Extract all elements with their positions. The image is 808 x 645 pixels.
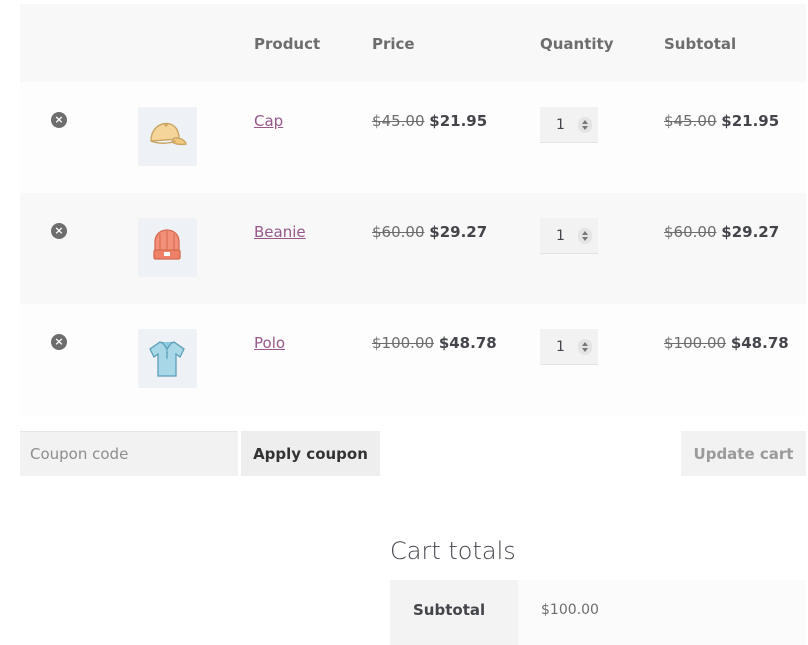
totals-subtotal-label-cell: Subtotal: [390, 580, 518, 645]
header-price: Price: [372, 35, 415, 53]
totals-subtotal-label: Subtotal: [413, 601, 486, 619]
cart-totals-title: Cart totals: [390, 537, 516, 565]
beanie-icon: [153, 229, 181, 260]
remove-item-button[interactable]: ×: [51, 223, 67, 239]
totals-subtotal-value: $100.00: [541, 602, 599, 618]
price-cell: $45.00 $21.95: [372, 112, 488, 130]
apply-coupon-button[interactable]: Apply coupon: [241, 431, 380, 476]
product-thumbnail-polo[interactable]: [138, 329, 197, 388]
price-cell: $60.00 $29.27: [372, 223, 488, 241]
header-product: Product: [254, 35, 321, 53]
subtotal-cell: $45.00 $21.95: [664, 112, 780, 130]
quantity-stepper[interactable]: 1: [540, 329, 598, 365]
header-subtotal: Subtotal: [664, 35, 737, 53]
remove-item-button[interactable]: ×: [51, 112, 67, 128]
spinner-arrows-icon[interactable]: [578, 228, 592, 244]
header-quantity: Quantity: [540, 35, 614, 53]
table-row: × Beanie $60.00 $29.27 1 $60.00 $29.27: [20, 193, 806, 304]
product-thumbnail-beanie[interactable]: [138, 218, 197, 277]
price-cell: $100.00 $48.78: [372, 334, 497, 352]
totals-subtotal-value-cell: $100.00: [518, 580, 806, 645]
product-thumbnail-cap[interactable]: [138, 107, 197, 166]
cart-totals-table: Subtotal $100.00: [390, 580, 806, 645]
subtotal-cell: $100.00 $48.78: [664, 334, 789, 352]
quantity-stepper[interactable]: 1: [540, 107, 598, 143]
table-row: × Polo $100.00 $48.78 1 $100.00 $48.78: [20, 304, 806, 415]
subtotal-cell: $60.00 $29.27: [664, 223, 780, 241]
table-row: × Cap $45.00 $21.95 1 $45.00 $21.95: [20, 82, 806, 193]
update-cart-button[interactable]: Update cart: [681, 431, 806, 476]
cart-table: Product Price Quantity Subtotal × Cap $4…: [20, 4, 806, 415]
spinner-arrows-icon[interactable]: [578, 339, 592, 355]
cart-actions: Apply coupon Update cart: [20, 431, 806, 476]
cap-icon: [150, 122, 187, 146]
quantity-stepper[interactable]: 1: [540, 218, 598, 254]
remove-item-button[interactable]: ×: [51, 334, 67, 350]
table-header: Product Price Quantity Subtotal: [20, 4, 806, 82]
product-link-cap[interactable]: Cap: [254, 112, 283, 130]
product-link-beanie[interactable]: Beanie: [254, 223, 306, 241]
product-link-polo[interactable]: Polo: [254, 334, 285, 352]
spinner-arrows-icon[interactable]: [578, 117, 592, 133]
coupon-code-input[interactable]: [20, 431, 238, 476]
polo-icon: [149, 341, 185, 377]
